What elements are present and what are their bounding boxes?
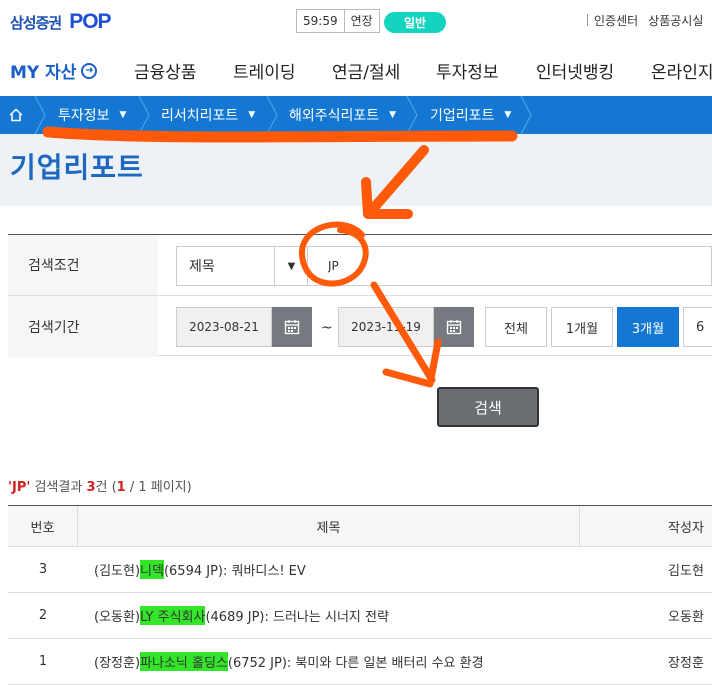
breadcrumb-separator-icon	[138, 96, 150, 134]
title-prefix: (김도현)	[94, 564, 141, 579]
mode-badge[interactable]: 일반	[384, 12, 446, 33]
title-prefix: (오동환)	[94, 610, 141, 625]
search-form: 검색조건 제목 ▼ 검색기간 2023-08-21 ~ 2023-11-19 전…	[8, 234, 712, 357]
breadcrumb-label: 기업리포트	[430, 108, 495, 124]
keyword-input[interactable]	[307, 246, 712, 286]
samsung-securities-logo[interactable]: 삼성증권 POP	[10, 10, 112, 34]
row-author: 장정훈	[668, 656, 704, 671]
row-number: 1	[38, 654, 48, 669]
table-row: 1 (장정훈) 파나소닉 홀딩스 (6752 JP): 북미와 다른 일본 배터…	[8, 639, 712, 685]
caret-down-icon: ▼	[119, 110, 127, 120]
breadcrumb-item-overseas-stock-report[interactable]: 해외주식리포트 ▼	[289, 96, 396, 134]
breadcrumb-separator-icon	[266, 96, 278, 134]
util-divider	[587, 14, 588, 26]
breadcrumb-separator-icon	[520, 96, 532, 134]
search-condition-label: 검색조건	[8, 235, 158, 295]
title-company-highlight: 니덱	[140, 560, 164, 579]
breadcrumb: 투자정보 ▼ 리서치리포트 ▼ 해외주식리포트 ▼ 기업리포트 ▼	[0, 96, 712, 134]
util-link-product-disclosure[interactable]: 상품공시실	[648, 12, 703, 29]
nav-item-pension-tax[interactable]: 연금/절세	[332, 58, 400, 83]
breadcrumb-separator-icon	[406, 96, 418, 134]
session-timer: 59:59 연장	[296, 9, 380, 33]
title-suffix: (6752 JP): 북미와 다른 일본 배터리 수요 환경	[227, 656, 484, 671]
search-button[interactable]: 검색	[437, 387, 539, 427]
calendar-icon[interactable]	[272, 307, 312, 347]
result-summary-text: 검색결과	[30, 480, 87, 495]
my-assets-label: MY 자산	[10, 63, 77, 83]
search-condition-row: 검색조건 제목 ▼	[8, 235, 712, 296]
breadcrumb-item-investment-info[interactable]: 투자정보 ▼	[58, 96, 126, 134]
search-condition-select[interactable]: 제목 ▼	[176, 246, 308, 286]
report-title-link[interactable]: (장정훈) 파나소닉 홀딩스 (6752 JP): 북미와 다른 일본 배터리 …	[78, 639, 580, 684]
result-count-unit: 건 (	[95, 480, 117, 495]
table-row: 3 (김도현) 니덱 (6594 JP): 쿼바디스! EV 김도현	[8, 547, 712, 593]
results-table: 번호 제목 작성자 3 (김도현) 니덱 (6594 JP): 쿼바디스! EV …	[8, 505, 712, 685]
range-button-all[interactable]: 전체	[485, 307, 547, 347]
result-summary: 'JP' 검색결과 3건 (1 / 1 페이지)	[8, 476, 192, 495]
column-header-author: 작성자	[668, 520, 704, 536]
range-button-3months[interactable]: 3개월	[617, 307, 679, 347]
caret-down-icon: ▼	[504, 110, 512, 120]
title-company-highlight: LY 주식회사	[140, 606, 206, 625]
date-range-separator: ~	[321, 320, 333, 336]
select-value: 제목	[189, 259, 215, 275]
extend-session-button[interactable]: 연장	[345, 10, 379, 32]
caret-down-icon: ▼	[248, 110, 256, 120]
report-title-link[interactable]: (김도현) 니덱 (6594 JP): 쿼바디스! EV	[78, 547, 580, 592]
range-button-1month[interactable]: 1개월	[551, 307, 613, 347]
table-row: 2 (오동환) LY 주식회사 (4689 JP): 드러나는 시너지 전략 오동환	[8, 593, 712, 639]
title-company-highlight: 파나소닉 홀딩스	[140, 652, 228, 671]
page-title: 기업리포트	[10, 151, 144, 184]
row-author: 오동환	[668, 610, 704, 625]
timer-value: 59:59	[297, 10, 345, 32]
range-button-6months[interactable]: 6	[683, 307, 712, 347]
search-period-row: 검색기간 2023-08-21 ~ 2023-11-19 전체 1개월 3개월 …	[8, 296, 712, 357]
column-header-number: 번호	[8, 506, 78, 546]
top-bar: 삼성증권 POP 59:59 연장 일반 인증센터 상품공시실	[0, 0, 712, 44]
my-assets-menu[interactable]: MY 자산 ➜	[10, 58, 98, 83]
start-date-input[interactable]: 2023-08-21	[176, 307, 272, 347]
breadcrumb-label: 투자정보	[58, 108, 110, 124]
breadcrumb-label: 리서치리포트	[161, 108, 239, 124]
title-suffix: (6594 JP): 쿼바디스! EV	[163, 564, 306, 579]
row-author: 김도현	[668, 564, 704, 579]
title-prefix: (장정훈)	[94, 656, 141, 671]
nav-item-online[interactable]: 온라인지	[651, 58, 712, 83]
nav-item-internet-banking[interactable]: 인터넷뱅킹	[536, 58, 614, 83]
nav-item-investment-info[interactable]: 투자정보	[436, 58, 499, 83]
nav-item-trading[interactable]: 트레이딩	[233, 58, 296, 83]
breadcrumb-item-research-report[interactable]: 리서치리포트 ▼	[161, 96, 255, 134]
util-link-certificate[interactable]: 인증센터	[594, 12, 638, 29]
calendar-icon[interactable]	[434, 307, 474, 347]
logo-pop: POP	[69, 10, 111, 33]
nav-item-financial-products[interactable]: 금융상품	[134, 58, 197, 83]
breadcrumb-label: 해외주식리포트	[289, 108, 380, 124]
search-period-label: 검색기간	[8, 296, 158, 357]
dropdown-arrow-icon[interactable]: ▼	[274, 247, 308, 285]
end-date-input[interactable]: 2023-11-19	[338, 307, 434, 347]
arrow-right-circle-icon: ➜	[81, 62, 98, 79]
result-page-rest: / 1 페이지)	[125, 480, 192, 495]
row-number: 2	[38, 608, 48, 623]
caret-down-icon: ▼	[389, 110, 397, 120]
utility-links: 인증센터 상품공시실	[587, 12, 712, 29]
breadcrumb-separator-icon	[34, 96, 46, 134]
logo-text: 삼성증권	[10, 13, 62, 32]
table-header: 번호 제목 작성자	[8, 506, 712, 547]
column-header-title: 제목	[78, 506, 580, 546]
breadcrumb-item-company-report[interactable]: 기업리포트 ▼	[430, 96, 511, 134]
result-current-page: 1	[116, 480, 126, 495]
report-title-link[interactable]: (오동환) LY 주식회사 (4689 JP): 드러나는 시너지 전략	[78, 593, 580, 638]
main-nav: MY 자산 ➜ 금융상품 트레이딩 연금/절세 투자정보 인터넷뱅킹 온라인지	[0, 44, 712, 96]
result-keyword: 'JP'	[8, 480, 31, 495]
row-number: 3	[38, 562, 48, 577]
home-icon[interactable]	[0, 96, 32, 134]
title-suffix: (4689 JP): 드러나는 시너지 전략	[205, 610, 389, 625]
